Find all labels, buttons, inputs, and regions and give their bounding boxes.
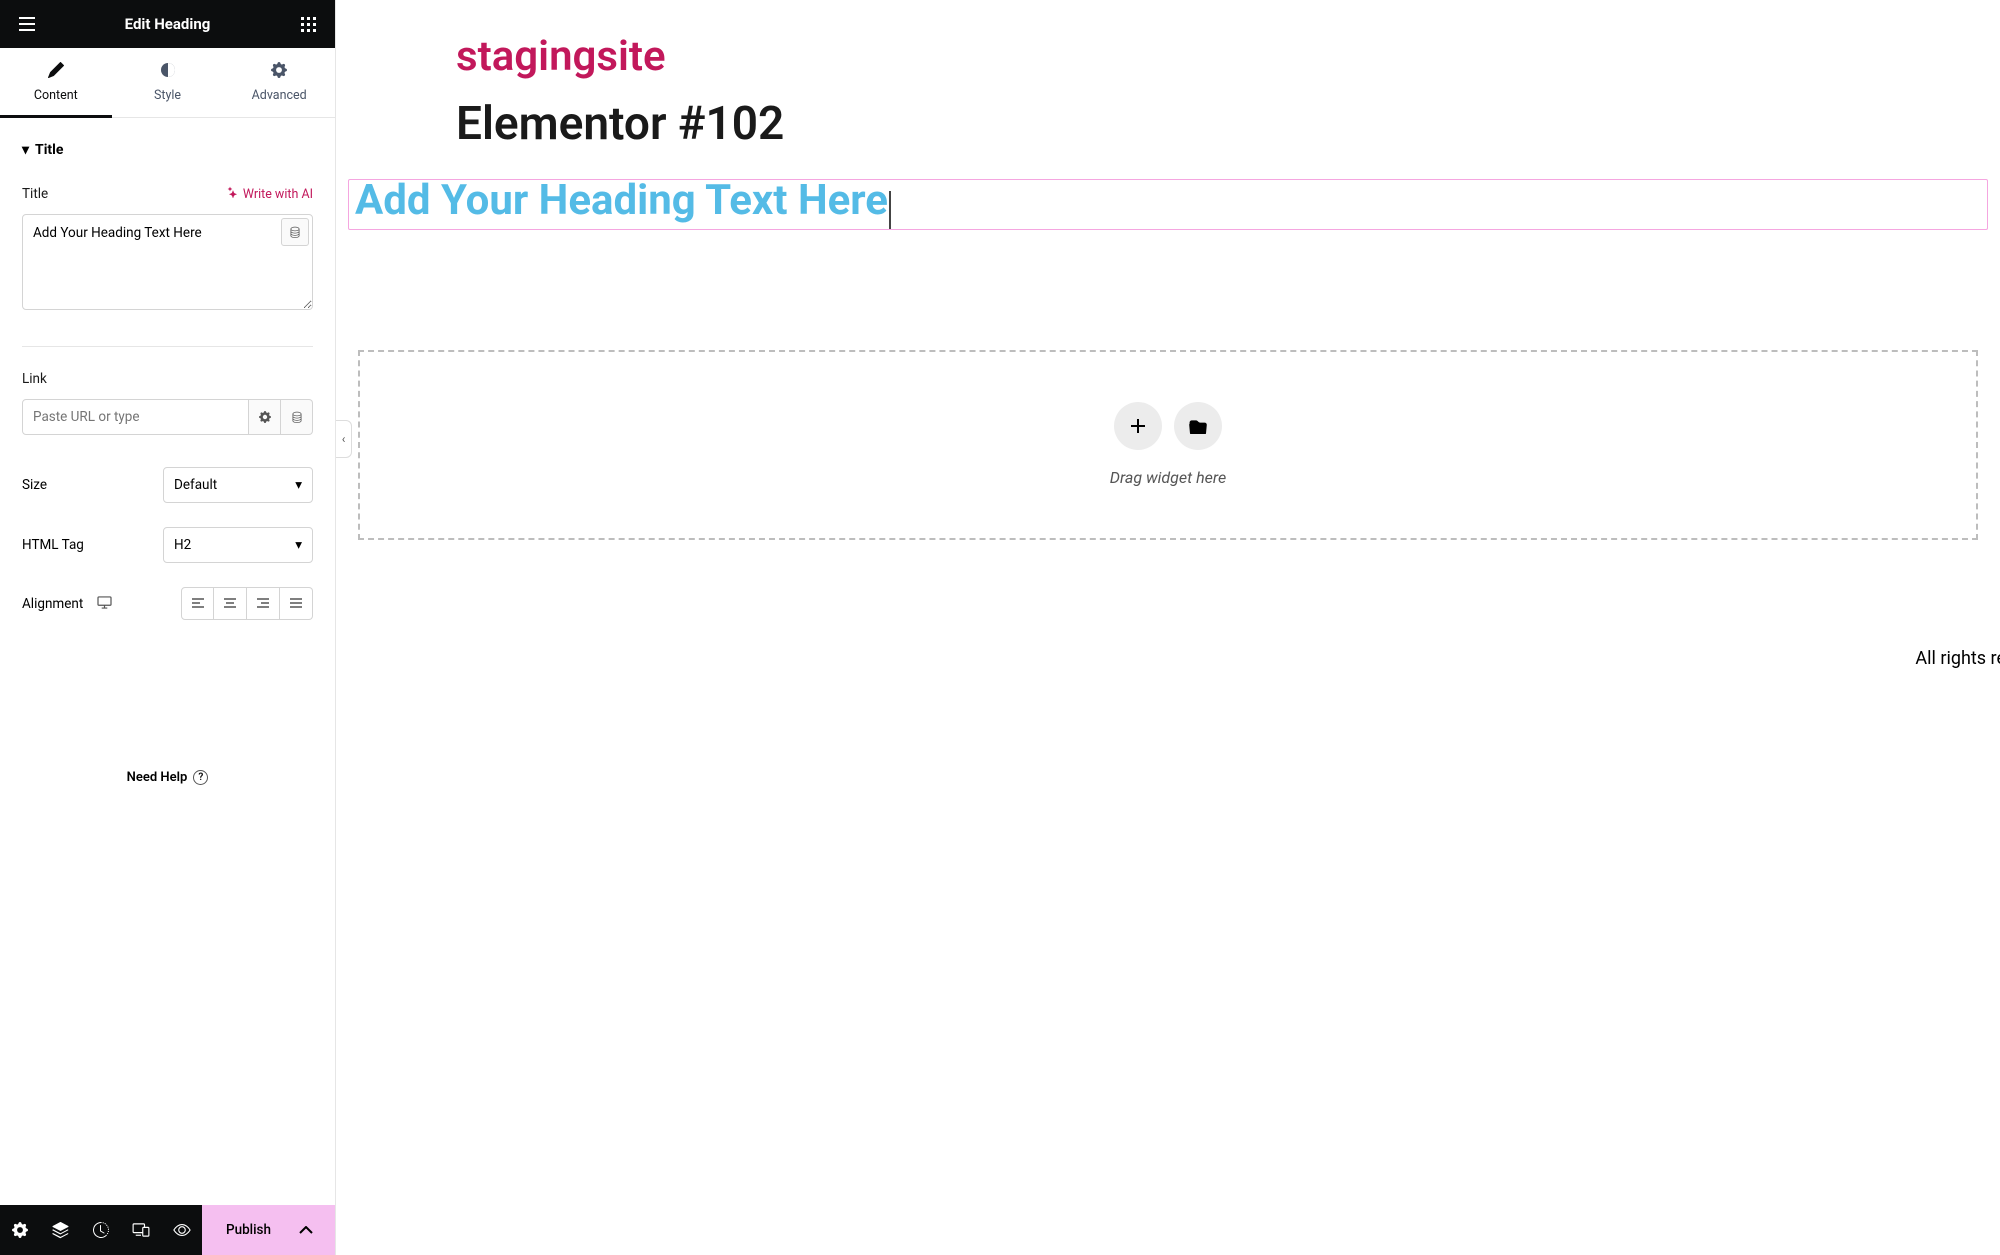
dynamic-tags-button[interactable] bbox=[281, 399, 313, 435]
write-with-ai-link[interactable]: Write with AI bbox=[227, 186, 313, 202]
chevron-left-icon: ‹ bbox=[342, 432, 346, 446]
dynamic-tags-button[interactable] bbox=[281, 218, 309, 246]
grid-icon bbox=[301, 17, 316, 32]
help-label: Need Help bbox=[127, 770, 188, 785]
sidebar-header: Edit Heading bbox=[0, 0, 335, 48]
field-label: Size bbox=[22, 477, 47, 493]
gear-icon bbox=[259, 411, 271, 423]
tab-label: Content bbox=[34, 88, 78, 103]
tab-style[interactable]: Style bbox=[112, 48, 224, 117]
field-alignment: Alignment bbox=[22, 587, 313, 620]
eye-icon bbox=[173, 1224, 191, 1236]
devices-icon bbox=[132, 1223, 150, 1237]
heading-text[interactable]: Add Your Heading Text Here bbox=[355, 180, 888, 222]
editor-sidebar: Edit Heading Content Style Advanced ▾ bbox=[0, 0, 336, 1255]
sidebar-footer: Publish bbox=[0, 1205, 335, 1255]
tab-advanced[interactable]: Advanced bbox=[223, 48, 335, 117]
database-icon bbox=[289, 226, 301, 238]
responsive-icon[interactable] bbox=[97, 594, 112, 613]
panel-body: ▾ Title Title Write with AI bbox=[0, 118, 335, 1205]
align-right-icon bbox=[256, 598, 270, 610]
style-icon bbox=[160, 62, 176, 82]
caret-down-icon: ▾ bbox=[22, 142, 29, 158]
field-html-tag: HTML Tag H2 ▾ bbox=[22, 527, 313, 563]
select-value: H2 bbox=[174, 537, 191, 553]
align-left-icon bbox=[191, 598, 205, 610]
navigator-button[interactable] bbox=[40, 1205, 80, 1255]
title-textarea[interactable] bbox=[22, 214, 313, 310]
align-center-icon bbox=[223, 598, 237, 610]
page-title: Elementor #102 bbox=[456, 97, 2000, 151]
tab-label: Advanced bbox=[252, 88, 307, 103]
align-center-button[interactable] bbox=[214, 587, 247, 620]
align-justify-button[interactable] bbox=[280, 587, 313, 620]
responsive-button[interactable] bbox=[121, 1205, 161, 1255]
alignment-buttons bbox=[181, 587, 313, 620]
field-size: Size Default ▾ bbox=[22, 467, 313, 503]
select-value: Default bbox=[174, 477, 217, 493]
section-toggle-title[interactable]: ▾ Title bbox=[22, 142, 313, 158]
help-icon: ? bbox=[193, 770, 208, 785]
collapse-panel-button[interactable]: ‹ bbox=[336, 420, 352, 458]
caret-up-icon bbox=[299, 1222, 313, 1238]
link-options-button[interactable] bbox=[249, 399, 281, 435]
align-right-button[interactable] bbox=[247, 587, 280, 620]
heading-widget[interactable]: Add Your Heading Text Here bbox=[348, 179, 1988, 230]
drop-zone[interactable]: Drag widget here bbox=[358, 350, 1978, 540]
gear-icon bbox=[271, 62, 287, 82]
history-button[interactable] bbox=[81, 1205, 121, 1255]
settings-button[interactable] bbox=[0, 1205, 40, 1255]
sidebar-title: Edit Heading bbox=[44, 15, 291, 33]
field-title: Title Write with AI bbox=[22, 186, 313, 314]
field-label: Link bbox=[22, 371, 47, 387]
folder-icon bbox=[1189, 419, 1207, 434]
drop-zone-label: Drag widget here bbox=[1110, 468, 1226, 487]
size-select[interactable]: Default ▾ bbox=[163, 467, 313, 503]
hamburger-icon bbox=[18, 17, 36, 31]
site-title[interactable]: stagingsite bbox=[456, 32, 2000, 81]
link-input[interactable] bbox=[22, 399, 249, 435]
preview-button[interactable] bbox=[162, 1205, 202, 1255]
align-justify-icon bbox=[289, 598, 303, 610]
add-template-button[interactable] bbox=[1174, 402, 1222, 450]
publish-button[interactable]: Publish bbox=[202, 1205, 335, 1255]
tab-label: Style bbox=[154, 88, 181, 103]
gear-icon bbox=[12, 1222, 28, 1238]
sparkle-icon bbox=[227, 186, 239, 202]
ai-link-label: Write with AI bbox=[243, 187, 313, 202]
menu-button[interactable] bbox=[10, 7, 44, 41]
database-icon bbox=[291, 411, 303, 423]
caret-down-icon: ▾ bbox=[295, 537, 302, 553]
footer-text: All rights re bbox=[1915, 648, 2000, 669]
panel-tabs: Content Style Advanced bbox=[0, 48, 335, 118]
section-label: Title bbox=[35, 142, 63, 158]
field-link: Link bbox=[22, 371, 313, 435]
field-label: HTML Tag bbox=[22, 537, 84, 553]
publish-label: Publish bbox=[226, 1222, 271, 1238]
preview-canvas: ‹ stagingsite Elementor #102 Add Your He… bbox=[336, 0, 2000, 1255]
text-cursor bbox=[889, 191, 891, 229]
add-section-button[interactable] bbox=[1114, 402, 1162, 450]
align-left-button[interactable] bbox=[181, 587, 214, 620]
field-label: Title bbox=[22, 186, 48, 202]
need-help-link[interactable]: Need Help ? bbox=[22, 770, 313, 785]
caret-down-icon: ▾ bbox=[295, 477, 302, 493]
widgets-button[interactable] bbox=[291, 7, 325, 41]
desktop-icon bbox=[97, 596, 112, 609]
plus-icon bbox=[1130, 418, 1146, 434]
tab-content[interactable]: Content bbox=[0, 48, 112, 118]
field-label: Alignment bbox=[22, 596, 83, 612]
divider bbox=[22, 346, 313, 347]
layers-icon bbox=[52, 1222, 69, 1239]
html-tag-select[interactable]: H2 ▾ bbox=[163, 527, 313, 563]
pencil-icon bbox=[48, 62, 64, 82]
history-icon bbox=[93, 1222, 109, 1238]
